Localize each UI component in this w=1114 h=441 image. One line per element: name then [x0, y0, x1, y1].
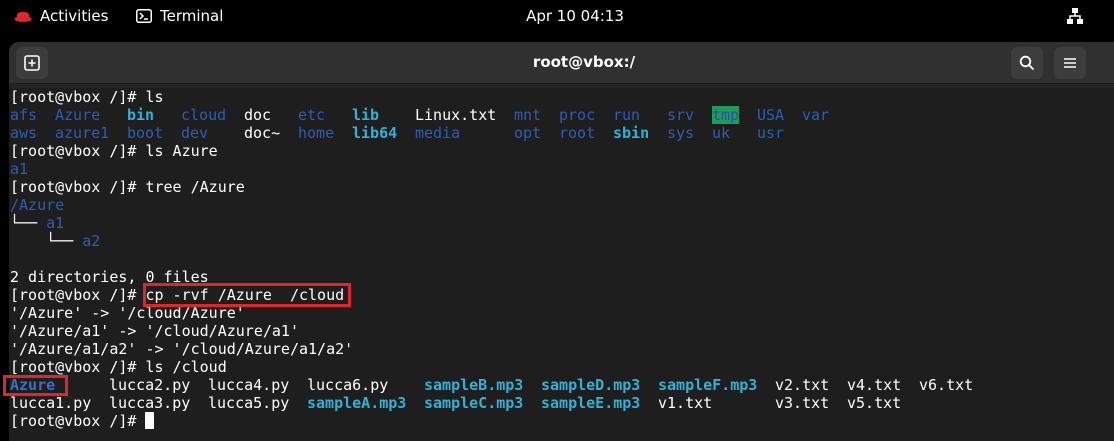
tree-node: └── a1: [10, 214, 65, 232]
terminal-output[interactable]: [root@vbox /]# ls afs Azure bin cloud doc etc…: [3, 88, 1114, 441]
ls-azure-output: a1: [10, 160, 29, 178]
prompt-line: [root@vbox /]# tree /Azure: [10, 178, 245, 196]
clock[interactable]: Apr 10 04:13: [0, 6, 1114, 26]
text-cursor: [145, 412, 155, 429]
command-text: ls Azure: [145, 142, 218, 160]
tree-node: └── a2: [10, 232, 101, 250]
cp-output-line: '/Azure/a1' -> '/cloud/Azure/a1': [10, 322, 299, 340]
new-tab-button[interactable]: [16, 47, 48, 79]
window-title: root@vbox:/: [532, 53, 636, 71]
menu-button[interactable]: [1054, 47, 1086, 79]
hamburger-menu-icon: [1064, 58, 1076, 68]
command-text: tree /Azure: [145, 178, 245, 196]
azure-folder-highlight: [3, 375, 68, 396]
active-prompt-line[interactable]: [root@vbox /]#: [10, 412, 155, 430]
search-button[interactable]: [1011, 47, 1043, 79]
network-status-icon[interactable]: [1066, 7, 1084, 25]
prompt-line: [root@vbox /]# ls /cloud: [10, 358, 227, 376]
tree-root: /Azure: [10, 196, 65, 214]
prompt-line: [root@vbox /]# ls Azure: [10, 142, 218, 160]
cp-output-line: '/Azure/a1/a2' -> '/cloud/Azure/a1/a2': [10, 340, 354, 358]
top-bar: Activities Terminal Apr 10 04:13: [0, 0, 1114, 33]
prompt-line: [root@vbox /]# ls: [10, 88, 164, 106]
command-text: ls /cloud: [145, 358, 227, 376]
new-tab-icon: [24, 55, 40, 71]
header-bar: root@vbox:/: [9, 42, 1114, 84]
search-icon: [1019, 55, 1035, 71]
command-text: ls: [145, 88, 164, 106]
cp-command-highlight: [143, 283, 351, 307]
